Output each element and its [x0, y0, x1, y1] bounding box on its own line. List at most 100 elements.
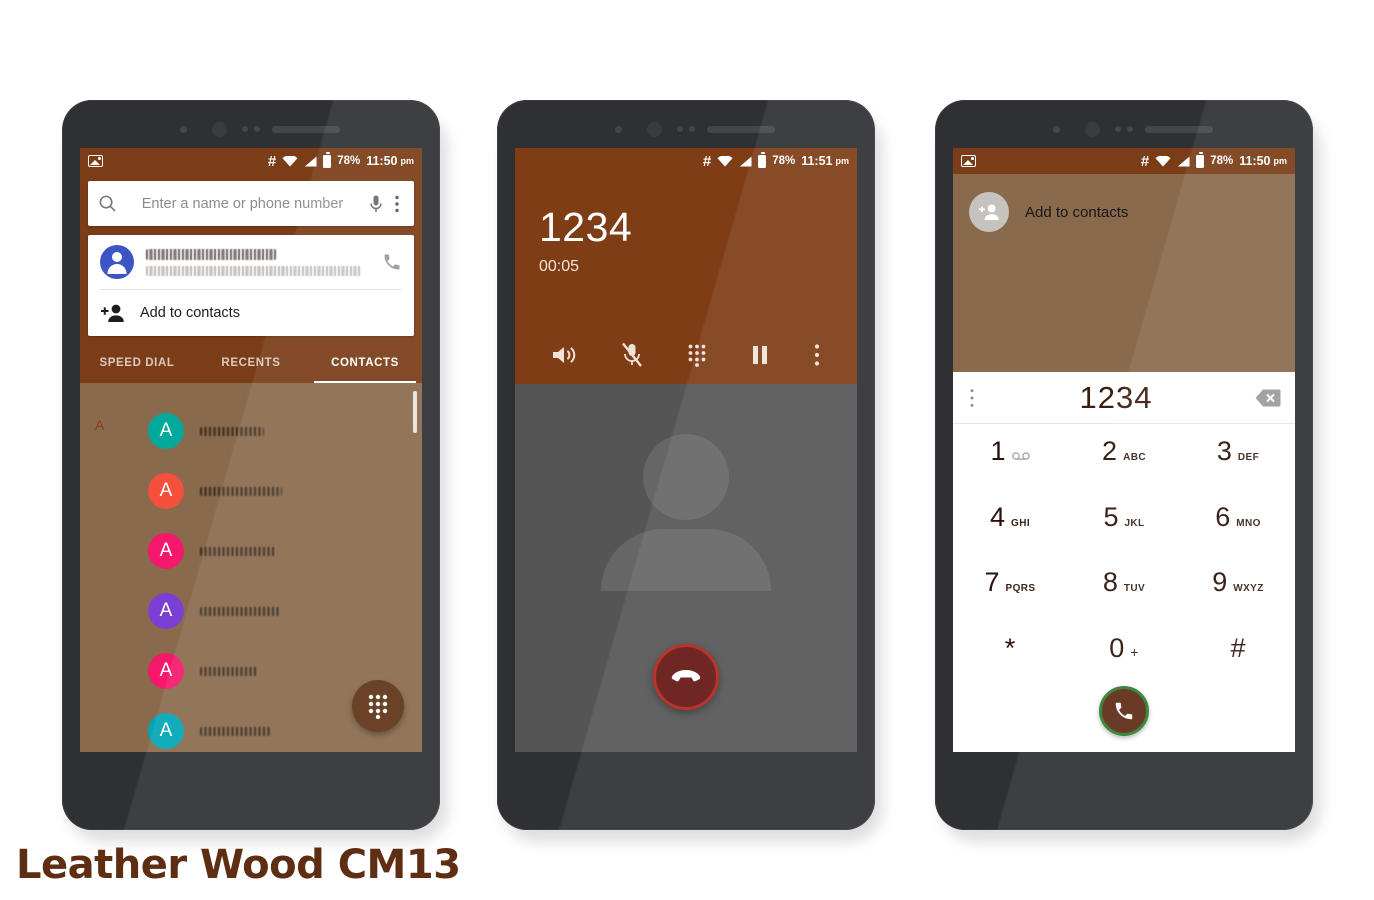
- voicemail-icon: [1011, 447, 1030, 465]
- photo-icon: [88, 155, 103, 167]
- dialpad-key-number: 7: [984, 567, 1000, 597]
- contact-name-redacted: [200, 606, 280, 616]
- contact-list-item[interactable]: A: [80, 461, 422, 521]
- contact-list-item[interactable]: A: [80, 581, 422, 641]
- redacted-contact-info: [146, 248, 370, 276]
- screenshot-canvas: # 78% 11:50 pm Enter a name or phone num…: [0, 0, 1374, 900]
- end-call-button[interactable]: [653, 644, 719, 710]
- battery-percent: 78%: [337, 155, 361, 167]
- battery-icon: [1196, 152, 1205, 168]
- dialpad-key-letters: ABC: [1123, 452, 1146, 463]
- add-to-contacts-label: Add to contacts: [140, 305, 240, 321]
- sensor-dot: [242, 126, 248, 132]
- contact-name-redacted: [200, 426, 264, 436]
- person-placeholder-icon: [601, 434, 771, 591]
- backspace-icon[interactable]: [1255, 388, 1281, 408]
- sensor-dot: [254, 126, 260, 132]
- tab-label: SPEED DIAL: [99, 357, 175, 369]
- dialpad-key-6[interactable]: 6 MNO: [1181, 490, 1295, 556]
- dialpad-key-5[interactable]: 5 JKL: [1067, 490, 1181, 556]
- wifi-icon: [282, 155, 298, 166]
- wifi-icon: [717, 155, 733, 166]
- contact-list-item[interactable]: A: [80, 401, 422, 461]
- dialpad-key-8[interactable]: 8 TUV: [1067, 555, 1181, 621]
- overflow-menu-icon[interactable]: [967, 387, 977, 409]
- add-to-contacts-row[interactable]: Add to contacts: [88, 290, 414, 336]
- dialpad-key-number: 1: [990, 436, 1006, 466]
- dialpad-fab-button[interactable]: [352, 680, 404, 732]
- dialpad-key-7[interactable]: 7 PQRS: [953, 555, 1067, 621]
- phone-3-screen: # 78% 11:50 pm Add to contacts 1234 1 2 …: [953, 148, 1295, 752]
- contact-avatar: A: [148, 533, 184, 569]
- clock-time: 11:51: [801, 154, 833, 168]
- dialpad-key-2[interactable]: 2 ABC: [1067, 424, 1181, 490]
- phone-3-dialpad: # 78% 11:50 pm Add to contacts 1234 1 2 …: [935, 100, 1321, 842]
- earpiece-row: [497, 122, 875, 137]
- dialed-number-display[interactable]: 1234: [977, 380, 1255, 416]
- suggested-contact-row[interactable]: [88, 235, 414, 289]
- dialpad-key-3[interactable]: 3 DEF: [1181, 424, 1295, 490]
- in-call-body: [515, 384, 857, 752]
- dialpad-key-hash[interactable]: #: [1181, 621, 1295, 687]
- overflow-menu-icon[interactable]: [813, 343, 821, 367]
- microphone-icon[interactable]: [368, 194, 384, 214]
- earpiece-grille: [707, 126, 775, 133]
- overflow-menu-icon[interactable]: [390, 194, 404, 214]
- front-camera: [647, 122, 662, 137]
- phone-call-icon[interactable]: [382, 252, 402, 272]
- dialpad-key-letters: MNO: [1236, 517, 1261, 529]
- contact-list-item[interactable]: A: [80, 521, 422, 581]
- call-duration: 00:05: [539, 258, 580, 275]
- dialpad-key-star[interactable]: *: [953, 621, 1067, 687]
- clock-ampm: pm: [835, 156, 850, 166]
- scrollbar-thumb[interactable]: [413, 391, 417, 433]
- battery-percent: 78%: [1210, 155, 1234, 167]
- sensor-dot: [1053, 126, 1060, 133]
- tab-recents[interactable]: RECENTS: [194, 343, 308, 383]
- dialpad-key-number: 8: [1102, 567, 1118, 597]
- dialpad-key-letters: +: [1130, 643, 1139, 660]
- search-bar[interactable]: Enter a name or phone number: [88, 181, 414, 226]
- hold-pause-icon[interactable]: [751, 344, 769, 366]
- speaker-icon[interactable]: [551, 343, 577, 367]
- phone-1-dialer: # 78% 11:50 pm Enter a name or phone num…: [62, 100, 448, 842]
- call-button[interactable]: [1099, 686, 1149, 736]
- tab-contacts[interactable]: CONTACTS: [308, 343, 422, 383]
- end-call-icon: [671, 670, 701, 682]
- phone-2-screen: # 78% 11:51 pm 1234 00:05: [515, 148, 857, 752]
- phone-chin: [62, 782, 440, 830]
- dialer-header: Enter a name or phone number Add to cont…: [80, 174, 422, 343]
- dialer-tabs: SPEED DIAL RECENTS CONTACTS: [80, 343, 422, 383]
- dialpad-icon[interactable]: [687, 343, 707, 367]
- earpiece-row: [935, 122, 1313, 137]
- dialpad-key-letters: WXYZ: [1233, 583, 1264, 594]
- search-suggestion-card: Add to contacts: [88, 235, 414, 336]
- watermark-title: Leather Wood CM13: [16, 842, 461, 888]
- hash-icon: #: [1140, 152, 1150, 170]
- section-header-letter: A: [95, 417, 105, 433]
- dialpad-icon: [368, 694, 388, 719]
- clock-ampm: pm: [1273, 156, 1288, 166]
- dialpad-key-1[interactable]: 1: [953, 424, 1067, 490]
- contact-name-redacted: [200, 486, 282, 496]
- clock-ampm: pm: [400, 156, 415, 166]
- dialpad-key-0[interactable]: 0 +: [1067, 621, 1181, 687]
- battery-icon: [323, 152, 332, 168]
- earpiece-grille: [272, 126, 340, 133]
- add-to-contacts-row[interactable]: Add to contacts: [969, 192, 1279, 232]
- dialpad-key-4[interactable]: 4 GHI: [953, 490, 1067, 556]
- signal-icon: [1177, 156, 1190, 166]
- dialpad-keys[interactable]: 1 2 ABC 3 DEF 4 GHI 5 JKL 6 MNO 7 PQRS 8 TUV 9 WXYZ * 0 + #: [953, 424, 1295, 686]
- dialpad-key-number: #: [1230, 632, 1246, 663]
- contact-avatar: A: [148, 713, 184, 749]
- dialpad-key-number: 4: [989, 501, 1006, 532]
- front-camera: [212, 122, 227, 137]
- search-input[interactable]: Enter a name or phone number: [117, 196, 368, 212]
- contacts-list[interactable]: A AAAAAA: [80, 383, 422, 752]
- mute-microphone-icon[interactable]: [621, 342, 643, 368]
- dialpad-key-9[interactable]: 9 WXYZ: [1181, 555, 1295, 621]
- dialpad-key-number: 5: [1103, 501, 1119, 532]
- dialpad-key-number: 0: [1109, 632, 1125, 663]
- in-call-header: 1234 00:05: [515, 174, 857, 384]
- tab-speed-dial[interactable]: SPEED DIAL: [80, 343, 194, 383]
